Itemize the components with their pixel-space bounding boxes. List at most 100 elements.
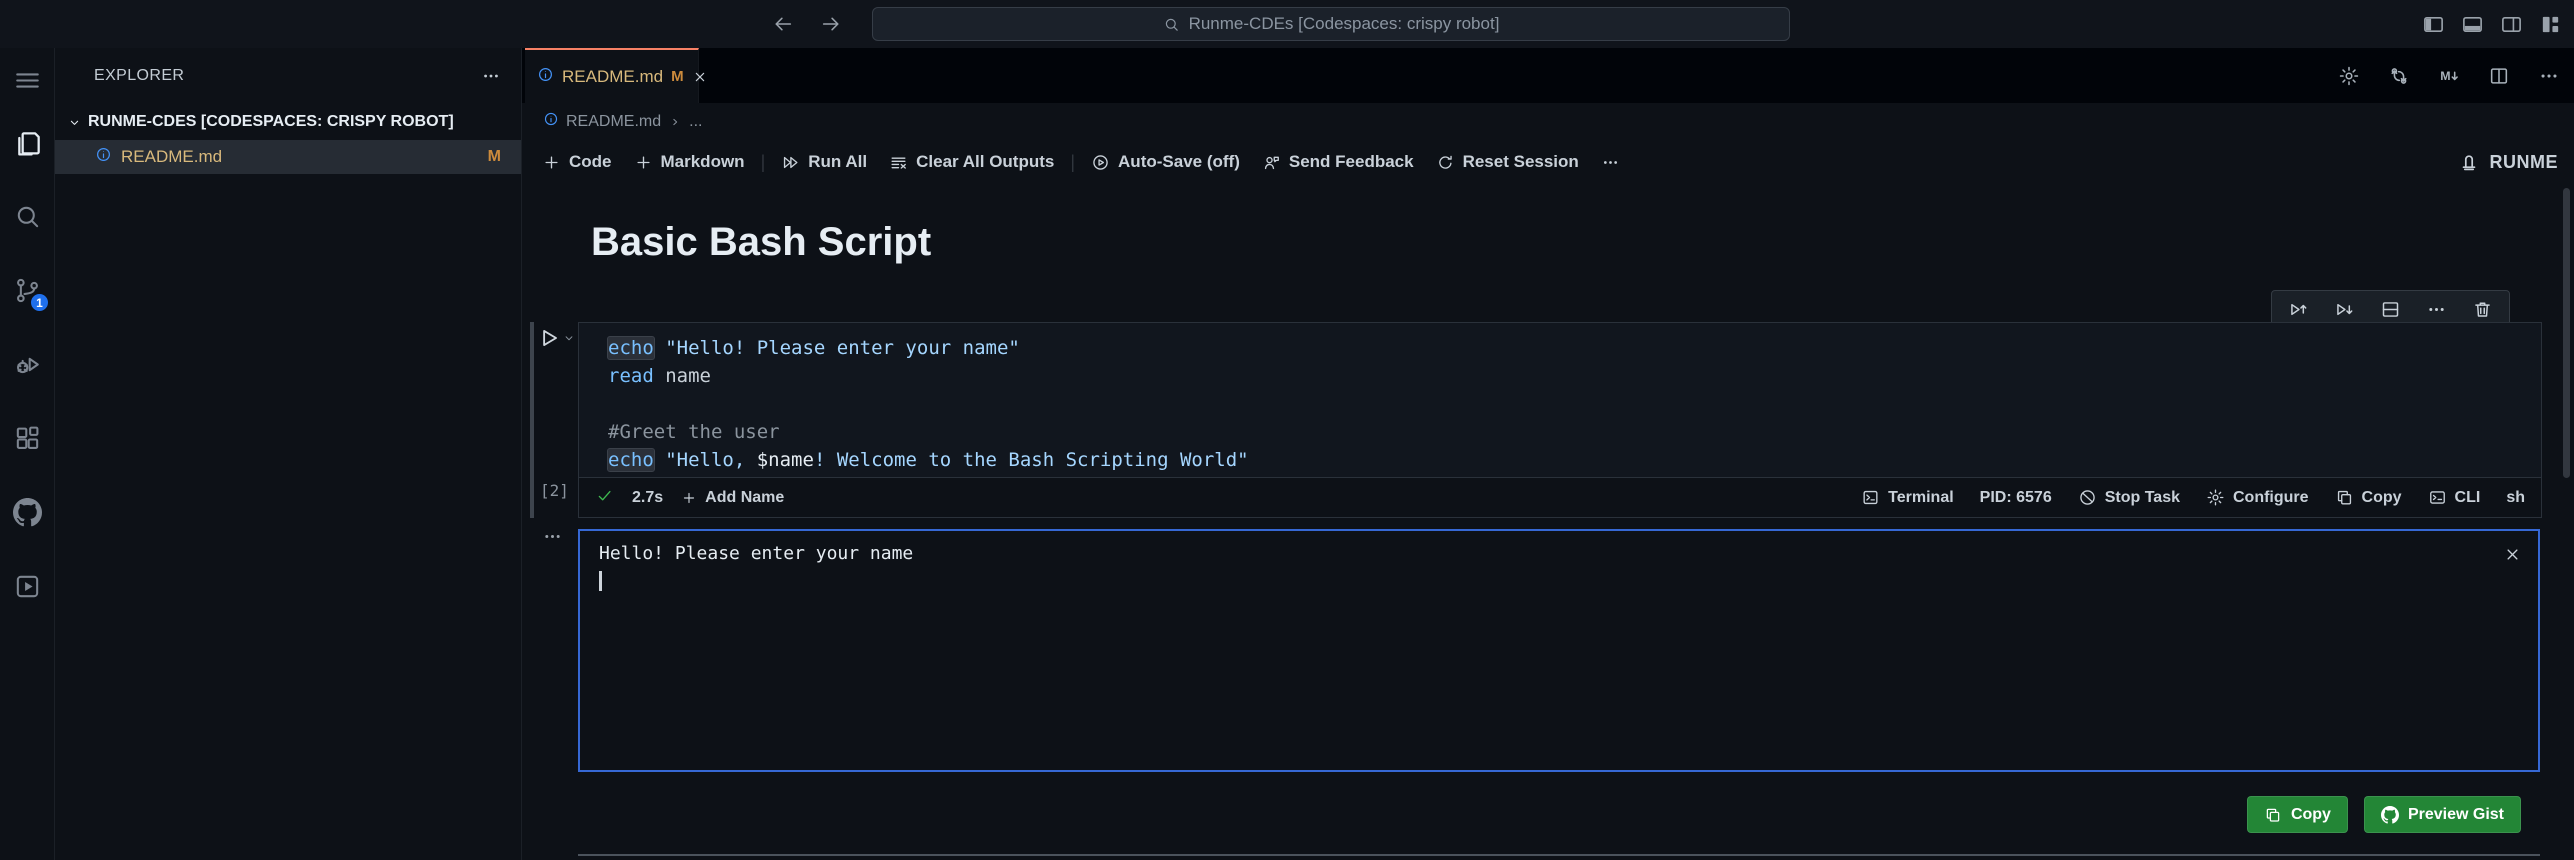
output-menu[interactable] [542, 526, 563, 552]
panel-right-icon[interactable] [2500, 13, 2523, 36]
terminal-sq-icon [1861, 488, 1880, 507]
toolbar-divider: | [1070, 151, 1076, 172]
gear-icon[interactable] [2338, 65, 2360, 87]
add-icon [681, 490, 697, 506]
breadcrumb-file: README.md [566, 112, 662, 130]
toolbar-more[interactable] [1590, 153, 1631, 172]
toolbar-clear-all-outputs[interactable]: Clear All Outputs [878, 152, 1065, 172]
markdown-run-icon[interactable]: M [2438, 65, 2460, 87]
tab-title: README.md [562, 66, 664, 86]
split-cell-icon[interactable] [2380, 299, 2401, 320]
file-name: README.md [121, 147, 223, 166]
activity-bar: 1 [0, 48, 55, 860]
add-name-button[interactable]: Add Name [681, 489, 784, 507]
explorer-sidebar: EXPLORER RUNME-CDES [CODESPACES: CRISPY … [55, 48, 522, 860]
status-stop-task[interactable]: Stop Task [2078, 488, 2180, 507]
close-output-button[interactable] [2503, 545, 2522, 569]
toolbar-reset-session[interactable]: Reset Session [1425, 152, 1590, 172]
info-icon [95, 146, 112, 163]
status-copy[interactable]: Copy [2335, 488, 2402, 507]
toolbar-divider: | [760, 151, 766, 172]
code-line: read name [608, 365, 711, 387]
toolbar-auto-save-off[interactable]: Auto-Save (off) [1080, 152, 1251, 172]
terminal-output[interactable]: Hello! Please enter your name [578, 529, 2540, 772]
run-debug-icon [13, 350, 42, 379]
status-cli[interactable]: CLI [2428, 488, 2480, 507]
search-icon [13, 202, 42, 231]
more-actions-icon[interactable] [481, 66, 501, 86]
activity-runme[interactable] [0, 568, 55, 604]
arrow-left-icon[interactable] [772, 13, 794, 35]
run-options-chevron[interactable] [562, 331, 576, 350]
toolbar-markdown[interactable]: Markdown [623, 152, 756, 172]
activity-github[interactable] [0, 494, 55, 530]
workspace-section-header[interactable]: RUNME-CDES [CODESPACES: CRISPY ROBOT] [55, 104, 521, 140]
cell-status-bar: 2.7s Add Name Terminal PID: 6576 Stop Task… [579, 477, 2541, 517]
next-cell-edge [578, 854, 2540, 856]
preview-gist-button[interactable]: Preview Gist [2363, 796, 2521, 833]
scrollbar-thumb[interactable] [2563, 188, 2570, 478]
close-icon[interactable] [692, 69, 708, 85]
more-icon[interactable] [2538, 65, 2560, 87]
cell-duration: 2.7s [632, 488, 664, 506]
tab-readme[interactable]: README.md M [525, 48, 704, 103]
info-icon [537, 66, 554, 83]
toolbar-run-all[interactable]: Run All [770, 152, 878, 172]
arrow-right-icon[interactable] [820, 13, 842, 35]
copy-icon [2264, 806, 2282, 824]
success-check-icon [595, 486, 614, 505]
status-sh[interactable]: sh [2506, 489, 2525, 507]
trash-icon[interactable] [2472, 299, 2493, 320]
stop-circle-icon [2078, 488, 2097, 507]
status-configure[interactable]: Configure [2206, 488, 2309, 507]
close-icon [2503, 545, 2522, 564]
layout-icon[interactable] [2539, 13, 2562, 36]
more-icon[interactable] [2426, 299, 2447, 320]
runme-logo-icon [2457, 150, 2481, 174]
activity-explorer[interactable] [0, 126, 55, 162]
run-cell-button[interactable] [536, 325, 562, 356]
copy-button[interactable]: Copy [2246, 796, 2348, 833]
play-circle-icon [1091, 153, 1110, 172]
activity-source-control[interactable]: 1 [0, 272, 55, 312]
execution-count: [2] [540, 481, 569, 500]
menu-icon [13, 66, 42, 95]
history-nav [772, 0, 842, 48]
clear-all-icon [889, 153, 908, 172]
scm-badge: 1 [30, 293, 49, 312]
extensions-icon [13, 424, 42, 453]
code-line: #Greet the user [608, 421, 780, 443]
panel-bottom-icon[interactable] [2461, 13, 2484, 36]
runme-brand-label: RUNME [2489, 151, 2558, 172]
layout-controls [2422, 0, 2562, 48]
execute-below-icon[interactable] [2334, 299, 2355, 320]
split-editor-icon[interactable] [2488, 65, 2510, 87]
activity-extensions[interactable] [0, 420, 55, 456]
code-editor[interactable]: echo "Hello! Please enter your name" read… [579, 323, 2541, 477]
session-icon[interactable] [2388, 65, 2410, 87]
file-row-readme[interactable]: README.md M [55, 140, 521, 174]
modified-badge: M [487, 148, 501, 165]
title-bar: Runme-CDEs [Codespaces: crispy robot] [0, 0, 2574, 48]
activity-search[interactable] [0, 198, 55, 234]
breadcrumb[interactable]: README.md ... [522, 103, 702, 140]
command-center-search[interactable]: Runme-CDEs [Codespaces: crispy robot] [872, 7, 1790, 41]
more-icon [1601, 153, 1620, 172]
chevron-right-icon [668, 115, 682, 129]
toolbar-send-feedback[interactable]: Send Feedback [1251, 152, 1425, 172]
panel-left-icon[interactable] [2422, 13, 2445, 36]
toolbar-code[interactable]: Code [531, 152, 623, 172]
run-all-icon [781, 153, 800, 172]
editor-actions: M [2338, 48, 2560, 103]
play-icon [536, 325, 562, 351]
activity-menu[interactable] [0, 62, 55, 98]
status-terminal[interactable]: Terminal [1861, 488, 1954, 507]
feedback-icon [1262, 153, 1281, 172]
status-pid-6576[interactable]: PID: 6576 [1980, 489, 2052, 507]
execute-above-icon[interactable] [2288, 299, 2309, 320]
vscode-window: Runme-CDEs [Codespaces: crispy robot] 1 … [0, 0, 2574, 860]
terminal-cursor [599, 571, 602, 591]
activity-run-debug[interactable] [0, 346, 55, 382]
runme-icon [13, 572, 42, 601]
